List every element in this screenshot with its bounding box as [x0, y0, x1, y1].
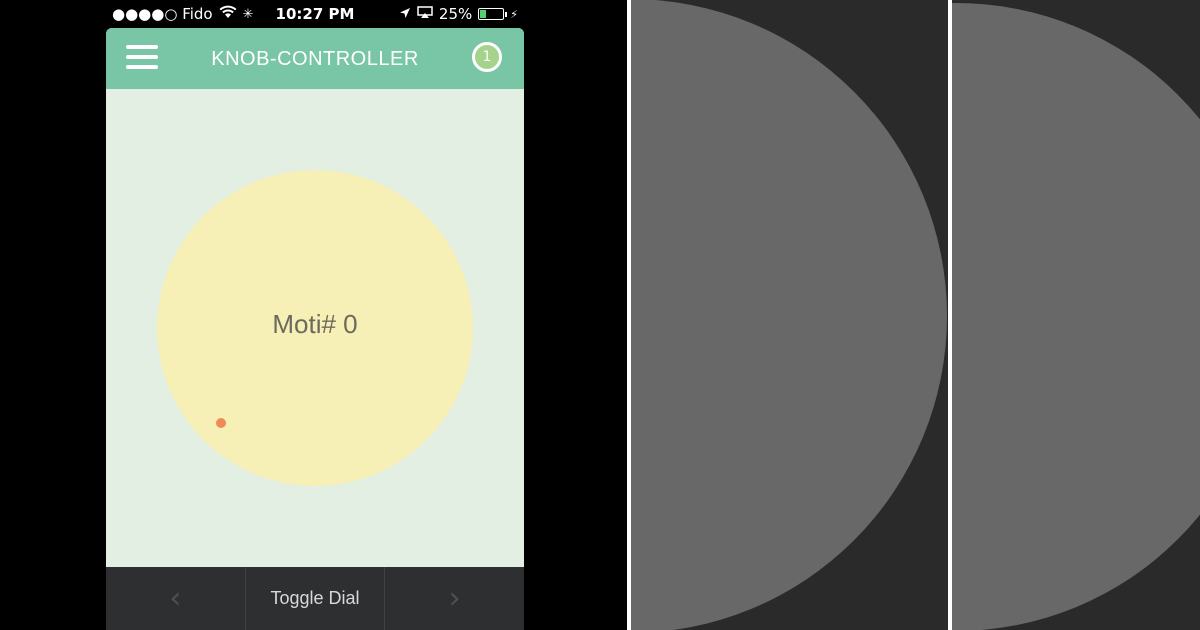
- airplay-icon: [417, 5, 433, 23]
- gray-half-disc: [952, 3, 1200, 630]
- notification-badge[interactable]: 1: [472, 42, 502, 72]
- status-bar: ●●●●○ Fido ✳ 10:27 PM 25% ⚡: [106, 0, 524, 28]
- location-arrow-icon: [399, 5, 411, 23]
- charging-bolt-icon: ⚡: [510, 7, 518, 21]
- next-button[interactable]: ›: [384, 567, 524, 630]
- dark-pane-right: [952, 0, 1200, 630]
- app-title: KNOB-CONTROLLER: [211, 48, 419, 70]
- gray-half-disc: [631, 0, 947, 630]
- battery-percent: 25%: [438, 5, 473, 23]
- battery-icon: [478, 8, 508, 20]
- bottom-toolbar: ‹ Toggle Dial ›: [106, 567, 524, 630]
- app-screen: KNOB-CONTROLLER 1 Moti# 0 ‹ Toggle Dial …: [106, 28, 524, 630]
- status-right: 25% ⚡: [399, 5, 518, 23]
- toggle-dial-button[interactable]: Toggle Dial: [244, 567, 385, 630]
- dark-pane-left: [631, 0, 948, 630]
- dial-label: Moti# 0: [272, 309, 358, 339]
- knob-dial[interactable]: Moti# 0: [157, 170, 473, 486]
- dial-position-dot[interactable]: [216, 418, 226, 428]
- chevron-left-icon: ‹: [169, 581, 182, 616]
- prev-button[interactable]: ‹: [106, 567, 245, 630]
- phone-screenshot: ●●●●○ Fido ✳ 10:27 PM 25% ⚡ KNOB-CONTROL…: [0, 0, 630, 630]
- app-header: KNOB-CONTROLLER 1: [106, 28, 524, 89]
- chevron-right-icon: ›: [448, 581, 461, 616]
